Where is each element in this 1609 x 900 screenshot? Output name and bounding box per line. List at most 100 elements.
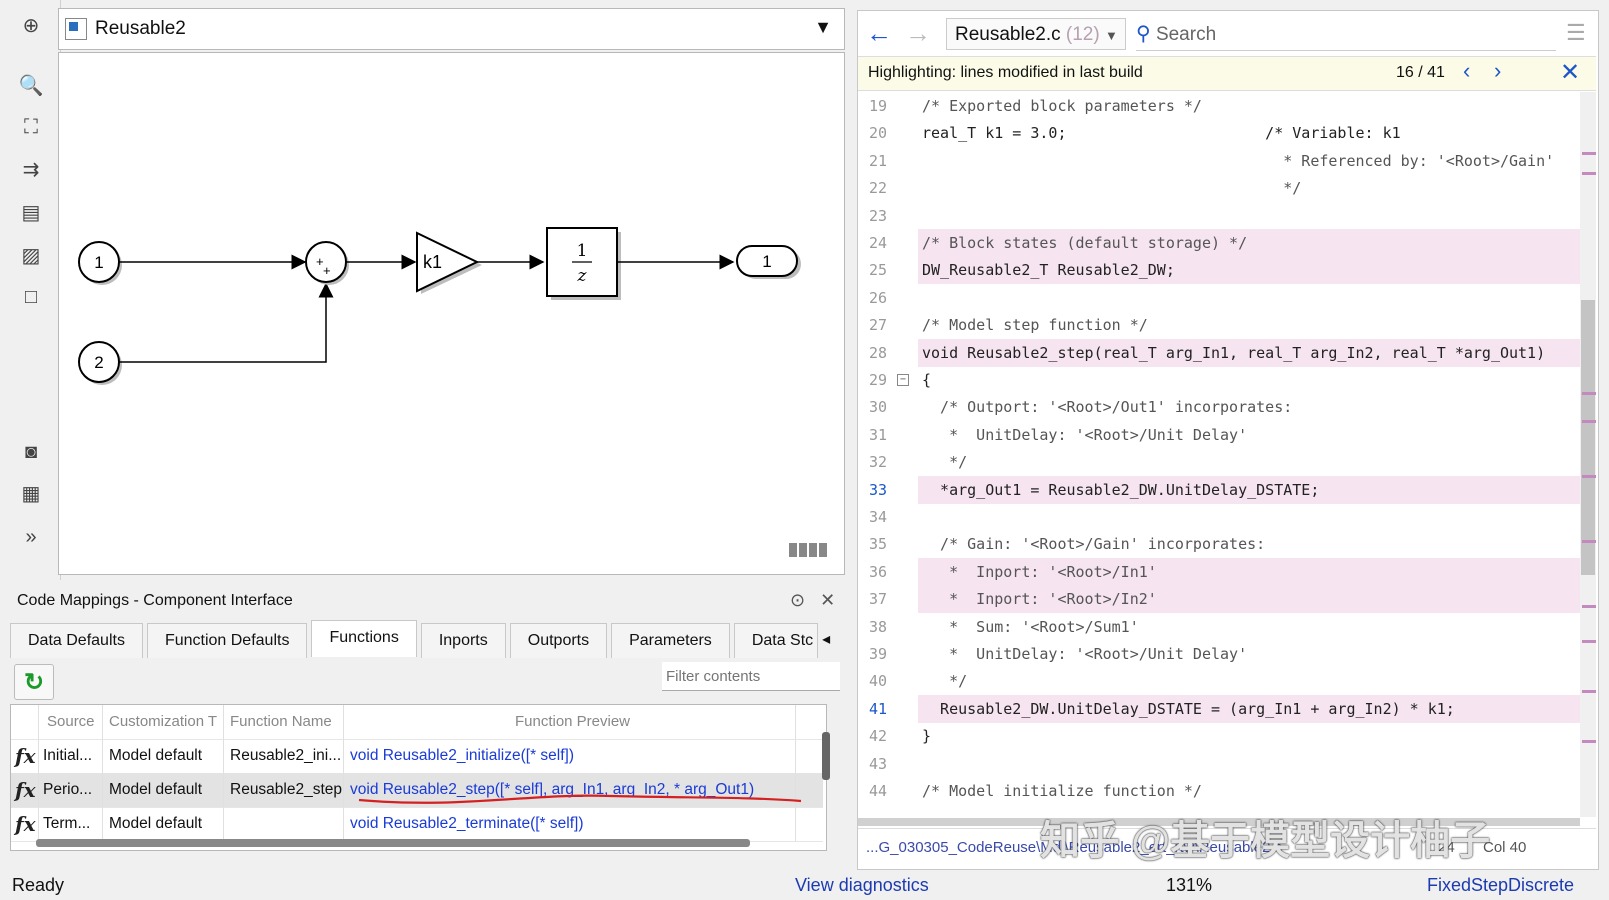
code-line[interactable]: 38 * Sum: '<Root>/Sum1' bbox=[858, 613, 1580, 641]
filter-input[interactable] bbox=[662, 662, 840, 691]
image-icon[interactable]: ▨ bbox=[14, 238, 48, 272]
code-line[interactable]: 36 * Inport: '<Root>/In1' bbox=[858, 557, 1580, 586]
unit-delay-block[interactable]: 1 z bbox=[546, 227, 621, 300]
line-number: 37 bbox=[868, 590, 888, 609]
model-browser-icon[interactable]: ▦ bbox=[14, 476, 48, 510]
column-customization[interactable]: Customization T bbox=[103, 705, 224, 739]
code-line[interactable]: 37 * Inport: '<Root>/In2' bbox=[858, 585, 1580, 614]
code-line[interactable]: 41 Reusable2_DW.UnitDelay_DSTATE = (arg_… bbox=[858, 694, 1580, 723]
screenshot-icon[interactable]: ◙ bbox=[14, 435, 48, 469]
table-row-selected[interactable]: fx Perio... Model default Reusable2_step… bbox=[11, 773, 823, 808]
code-text: { bbox=[922, 371, 932, 389]
table-vertical-scrollbar[interactable] bbox=[822, 732, 830, 780]
code-line[interactable]: 39 * UnitDelay: '<Root>/Unit Delay' bbox=[858, 640, 1580, 668]
function-preview-link[interactable]: void Reusable2_terminate([* self]) bbox=[344, 807, 796, 841]
inport-2-block[interactable]: 2 bbox=[78, 341, 120, 383]
code-line[interactable]: 43 bbox=[858, 750, 1580, 778]
tab-outports[interactable]: Outports bbox=[509, 623, 608, 658]
code-line[interactable]: 21 * Referenced by: '<Root>/Gain' bbox=[858, 147, 1580, 175]
forward-arrow-icon[interactable]: → bbox=[905, 18, 931, 49]
fold-icon[interactable]: − bbox=[897, 374, 909, 386]
area-icon[interactable]: □ bbox=[14, 280, 48, 314]
function-preview-link[interactable]: void Reusable2_initialize([* self]) bbox=[344, 739, 796, 773]
inport-1-block[interactable]: 1 bbox=[78, 241, 120, 283]
signal-lines-icon[interactable]: ⇉ bbox=[14, 152, 48, 186]
code-line[interactable]: 27 /* Model step function */ bbox=[858, 311, 1580, 339]
refresh-button[interactable]: ↻ bbox=[14, 664, 54, 700]
line-number: 23 bbox=[868, 206, 888, 225]
sum-block[interactable]: + + bbox=[305, 241, 349, 285]
code-text: /* Block states (default storage) */ bbox=[918, 229, 1580, 257]
code-line[interactable]: 30 /* Outport: '<Root>/Out1' incorporate… bbox=[858, 393, 1580, 421]
close-icon[interactable]: ✕ bbox=[820, 590, 835, 610]
code-line[interactable]: 31 * UnitDelay: '<Root>/Unit Delay' bbox=[858, 421, 1580, 449]
code-line[interactable]: 19 /* Exported block parameters */ bbox=[858, 92, 1580, 120]
model-breadcrumb[interactable]: Reusable2 ▼ bbox=[58, 8, 845, 50]
back-icon[interactable]: ⊕ bbox=[14, 8, 48, 42]
chevron-down-icon[interactable]: ▼ bbox=[814, 17, 832, 38]
table-horizontal-scrollbar[interactable] bbox=[36, 839, 750, 847]
function-icon: fx bbox=[15, 812, 36, 836]
menu-icon[interactable]: ☰ bbox=[1566, 20, 1586, 46]
code-line[interactable]: 40 */ bbox=[858, 667, 1580, 695]
panel-menu-icon[interactable]: ⊙ bbox=[790, 590, 805, 610]
code-line[interactable]: 29− { bbox=[858, 366, 1580, 394]
change-marker bbox=[1582, 740, 1596, 743]
tab-parameters[interactable]: Parameters bbox=[611, 623, 730, 658]
line-number: 24 bbox=[868, 234, 888, 252]
code-line[interactable]: 24 /* Block states (default storage) */ bbox=[858, 229, 1580, 257]
solver-link[interactable]: FixedStepDiscrete bbox=[1427, 875, 1574, 896]
line-number: 38 bbox=[868, 617, 888, 636]
code-line[interactable]: 34 bbox=[858, 503, 1580, 531]
back-arrow-icon[interactable]: ← bbox=[866, 18, 892, 49]
code-line[interactable]: 22 */ bbox=[858, 174, 1580, 202]
annotation-icon[interactable]: ▤ bbox=[14, 195, 48, 229]
function-preview-link[interactable]: void Reusable2_step([* self], arg_In1, a… bbox=[344, 773, 796, 807]
column-function-name[interactable]: Function Name bbox=[224, 705, 344, 739]
panel-controls: ⊙ ✕ bbox=[790, 590, 835, 611]
close-highlight-icon[interactable]: ✕ bbox=[1560, 58, 1580, 87]
tab-functions[interactable]: Functions bbox=[311, 620, 417, 657]
code-editor[interactable]: 19 /* Exported block parameters */ 20 real_… bbox=[858, 92, 1580, 820]
table-row[interactable]: fx Term... Model default void Reusable2_… bbox=[11, 807, 823, 842]
code-line[interactable]: 25 DW_Reusable2_T Reusable2_DW; bbox=[858, 256, 1580, 285]
expand-toolbar-icon[interactable]: » bbox=[14, 520, 48, 554]
file-name: Reusable2.c bbox=[955, 24, 1061, 45]
tab-scroll-arrows[interactable]: ◂ ▶ bbox=[822, 623, 845, 682]
tab-function-defaults[interactable]: Function Defaults bbox=[146, 623, 308, 658]
search-input[interactable]: ⚲ Search bbox=[1136, 18, 1556, 51]
code-text: * Inport: '<Root>/In2' bbox=[918, 585, 1580, 614]
code-line[interactable]: 33 *arg_Out1 = Reusable2_DW.UnitDelay_DS… bbox=[858, 475, 1580, 504]
code-line[interactable]: 32 */ bbox=[858, 448, 1580, 476]
view-diagnostics-link[interactable]: View diagnostics bbox=[795, 875, 929, 896]
outport-1-block[interactable]: 1 bbox=[736, 245, 801, 279]
line-number: 35 bbox=[868, 535, 888, 554]
gain-block[interactable]: k1 bbox=[416, 231, 482, 294]
signal-line-in2[interactable] bbox=[119, 282, 334, 363]
code-scroll-thumb[interactable] bbox=[1581, 300, 1595, 575]
function-icon: fx bbox=[15, 778, 36, 802]
line-number: 40 bbox=[868, 672, 888, 691]
model-canvas[interactable]: 1 2 + + k1 1 z 1 bbox=[58, 52, 845, 575]
previous-match-icon[interactable]: ‹ bbox=[1463, 58, 1470, 84]
code-line[interactable]: 42} bbox=[858, 722, 1580, 750]
tab-inports[interactable]: Inports bbox=[420, 623, 506, 658]
file-selector[interactable]: Reusable2.c (12) ▼ bbox=[946, 18, 1126, 50]
tab-data-stores[interactable]: Data Stc bbox=[733, 623, 819, 658]
code-line[interactable]: 20 real_T k1 = 3.0; /* Variable: k1 bbox=[858, 119, 1580, 147]
zoom-in-icon[interactable]: 🔍 bbox=[14, 68, 48, 102]
table-row[interactable]: fx Initial... Model default Reusable2_in… bbox=[11, 739, 823, 774]
code-line[interactable]: 23 bbox=[858, 202, 1580, 230]
column-source[interactable]: Source bbox=[39, 705, 103, 739]
code-line[interactable]: 26 bbox=[858, 284, 1580, 312]
code-line[interactable]: 35 /* Gain: '<Root>/Gain' incorporates: bbox=[858, 530, 1580, 558]
column-function-preview[interactable]: Function Preview bbox=[344, 705, 796, 739]
code-line[interactable]: 28 void Reusable2_step(real_T arg_In1, re… bbox=[858, 338, 1580, 367]
fit-to-view-icon[interactable]: ⛶ bbox=[14, 110, 48, 144]
search-icon: ⚲ bbox=[1136, 23, 1151, 45]
match-position: 16 / 41 bbox=[1396, 64, 1445, 81]
code-line[interactable]: 44 /* Model initialize function */ bbox=[858, 777, 1580, 805]
tab-data-defaults[interactable]: Data Defaults bbox=[10, 623, 143, 658]
svg-text:+: + bbox=[323, 263, 331, 278]
next-match-icon[interactable]: › bbox=[1494, 58, 1501, 84]
